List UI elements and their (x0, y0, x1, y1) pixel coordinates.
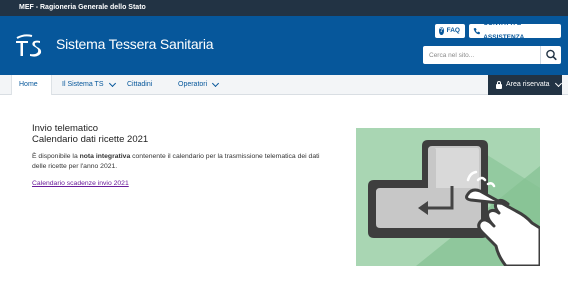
nav-item-home[interactable]: Home (11, 75, 52, 95)
nav-item-label: Operatori (178, 81, 208, 88)
nav-item-label: Cittadini (127, 81, 153, 88)
search-icon (546, 49, 557, 61)
top-bar: MEF - Ragioneria Generale dello Stato (0, 0, 568, 16)
site-title[interactable]: Sistema Tessera Sanitaria (56, 36, 214, 52)
main-nav: Home Il Sistema TS Cittadini Operatori A… (0, 75, 568, 95)
search-button[interactable] (540, 46, 561, 64)
ts-logo-icon[interactable] (14, 32, 46, 58)
page-title: Invio telematico Calendario dati ricette… (32, 123, 332, 145)
para-before: È disponibile la (32, 153, 80, 160)
intro-paragraph: È disponibile la nota integrativa conten… (32, 152, 332, 172)
search-input[interactable] (423, 46, 539, 64)
search-box (423, 46, 561, 64)
nav-item-label: Home (19, 81, 38, 88)
nav-item-cittadini[interactable]: Cittadini (127, 75, 152, 95)
enter-key-illustration (368, 140, 540, 266)
chevron-down-icon (554, 79, 562, 88)
page-title-line2: Calendario dati ricette 2021 (32, 134, 149, 145)
faq-label: FAQ (446, 27, 460, 34)
nav-item-operatori[interactable]: Operatori (178, 75, 220, 95)
chevron-down-icon (212, 79, 220, 88)
para-bold: nota integrativa (79, 153, 131, 160)
area-riservata-button[interactable]: Area riservata (488, 75, 562, 95)
question-icon: ? (439, 27, 444, 35)
chevron-down-icon (108, 79, 116, 88)
phone-icon (473, 28, 480, 35)
nav-item-label: Il Sistema TS (62, 81, 104, 88)
contact-label: CONTATTI E ASSISTENZA (483, 20, 525, 41)
site-header: Sistema Tessera Sanitaria ? FAQ CONTATTI… (0, 16, 568, 75)
contact-button[interactable]: CONTATTI E ASSISTENZA (469, 20, 561, 41)
page-title-line1: Invio telematico (32, 123, 99, 134)
enter-key-icon (368, 140, 488, 238)
nav-item-sistema-ts[interactable]: Il Sistema TS (62, 75, 116, 95)
calendar-link[interactable]: Calendario scadenze invio 2021 (32, 180, 129, 187)
banner-image (356, 128, 540, 266)
area-riservata-label: Area riservata (506, 81, 550, 88)
faq-button[interactable]: ? FAQ (435, 24, 465, 38)
main-content: Invio telematico Calendario dati ricette… (32, 123, 332, 190)
lock-icon (496, 80, 502, 89)
top-bar-text: MEF - Ragioneria Generale dello Stato (19, 4, 146, 11)
